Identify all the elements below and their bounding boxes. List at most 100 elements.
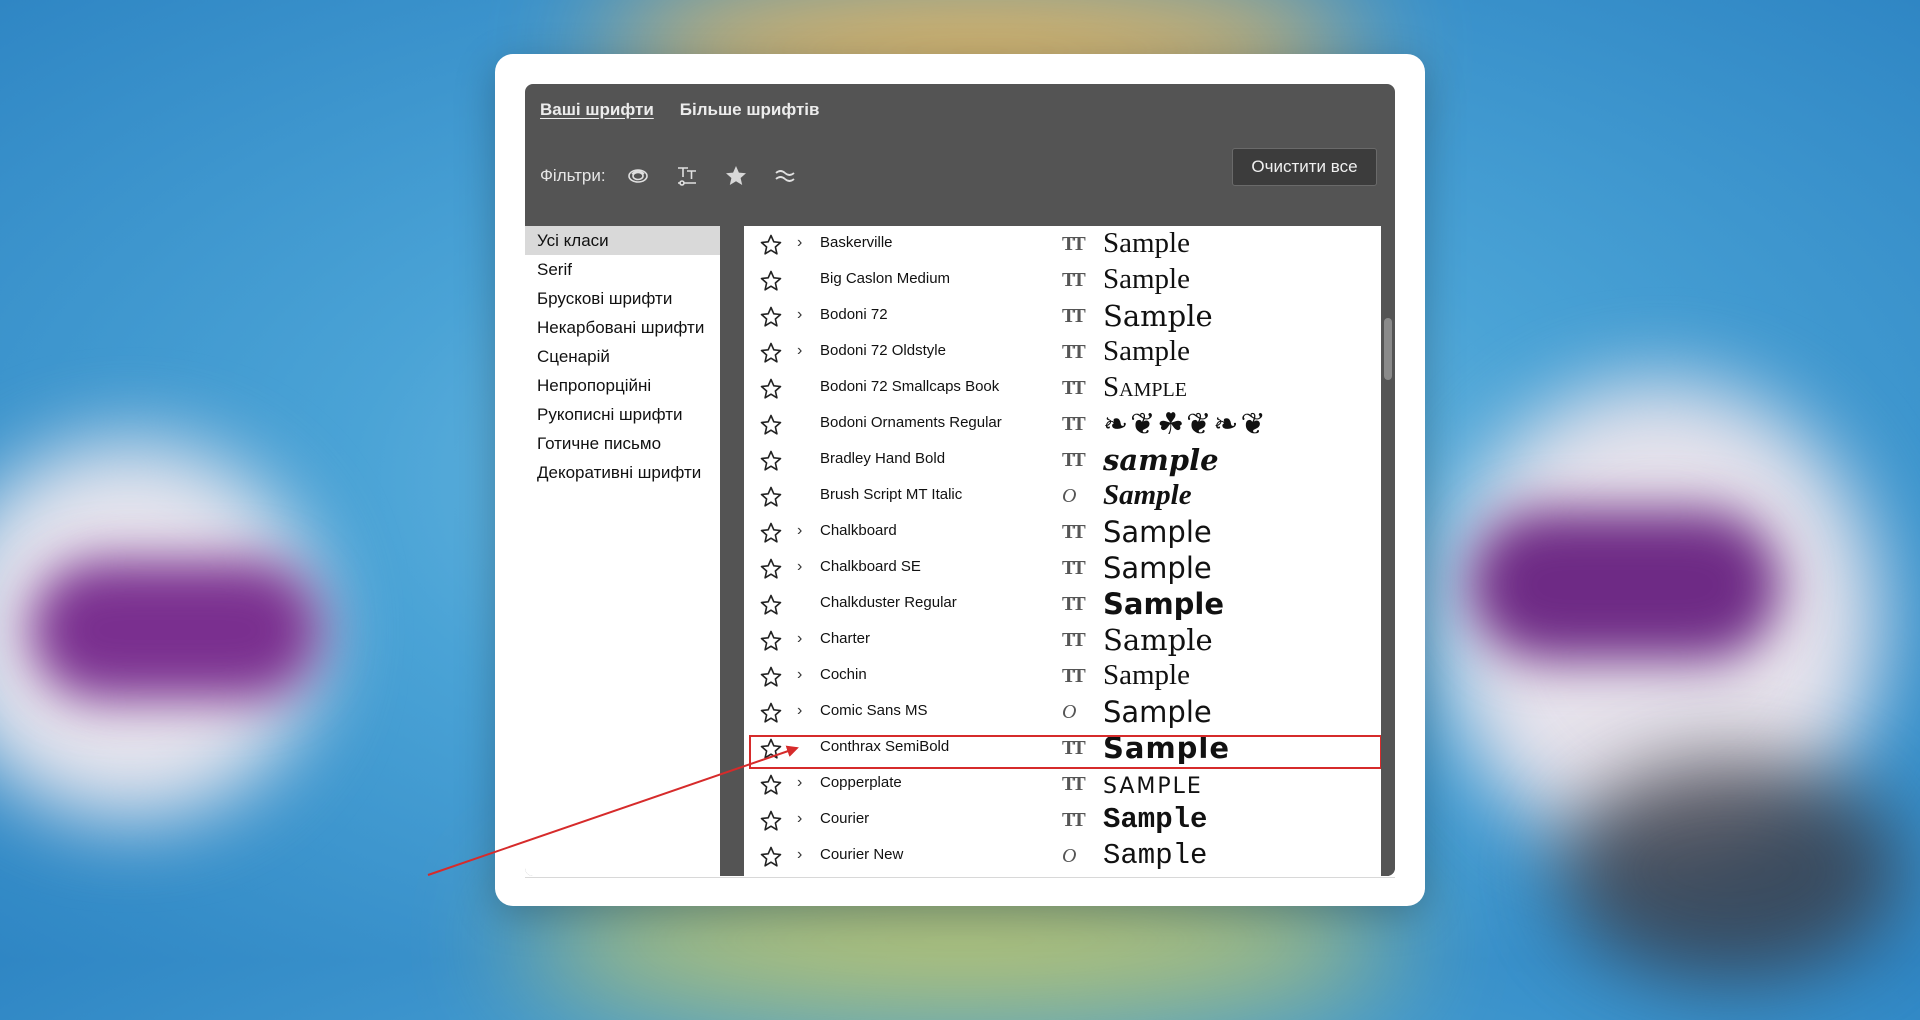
font-row-big-caslon-medium[interactable]: Big Caslon Medium TT Sample <box>744 262 1381 298</box>
chevron-right-icon[interactable]: › <box>797 234 802 252</box>
font-sample: Sample <box>1103 659 1190 691</box>
class-item-2[interactable]: Брускові шрифти <box>525 284 720 313</box>
font-sample: Sample <box>1103 371 1187 403</box>
font-row-brush-script-mt-italic[interactable]: Brush Script MT Italic O Sample <box>744 478 1381 514</box>
font-sample: Sample <box>1103 515 1212 549</box>
text-tool-icon[interactable] <box>675 164 699 188</box>
favorite-star-icon[interactable] <box>759 629 783 653</box>
chevron-right-icon[interactable]: › <box>797 846 802 864</box>
font-list: › Baskerville TT Sample Big Caslon Medium TT S… <box>744 226 1381 876</box>
class-item-4[interactable]: Сценарій <box>525 342 720 371</box>
font-row-bradley-hand-bold[interactable]: Bradley Hand Bold TT sample <box>744 442 1381 478</box>
font-row-chalkboard-se[interactable]: › Chalkboard SE TT Sample <box>744 550 1381 586</box>
class-item-7[interactable]: Готичне письмо <box>525 429 720 458</box>
truetype-icon: TT <box>1062 413 1086 435</box>
favorite-star-icon[interactable] <box>759 809 783 833</box>
favorite-star-icon[interactable] <box>759 413 783 437</box>
clear-all-button[interactable]: Очистити все <box>1232 148 1377 186</box>
class-item-8[interactable]: Декоративні шрифти <box>525 458 720 487</box>
font-row-copperplate[interactable]: › Copperplate TT SAMPLE <box>744 766 1381 802</box>
favorite-star-icon[interactable] <box>759 665 783 689</box>
favorite-star-icon[interactable] <box>759 377 783 401</box>
creative-cloud-icon[interactable] <box>626 164 650 188</box>
opentype-icon: O <box>1062 845 1077 867</box>
chevron-right-icon[interactable]: › <box>797 774 802 792</box>
font-row-bodoni-72-oldstyle[interactable]: › Bodoni 72 Oldstyle TT Sample <box>744 334 1381 370</box>
chevron-right-icon[interactable]: › <box>797 342 802 360</box>
font-row-bodoni-72[interactable]: › Bodoni 72 TT Sample <box>744 298 1381 334</box>
font-row-cochin[interactable]: › Cochin TT Sample <box>744 658 1381 694</box>
chevron-right-icon[interactable]: › <box>797 702 802 720</box>
favorite-star-icon[interactable] <box>759 449 783 473</box>
font-name: Charter <box>820 630 871 647</box>
chevron-right-icon[interactable]: › <box>797 630 802 648</box>
favorite-star-icon[interactable] <box>759 341 783 365</box>
font-sample: Sample <box>1103 623 1213 657</box>
favorite-star-icon[interactable] <box>759 233 783 257</box>
truetype-icon: TT <box>1062 737 1086 759</box>
truetype-icon: TT <box>1062 629 1086 651</box>
scrollbar-thumb[interactable] <box>1384 318 1392 380</box>
truetype-icon: TT <box>1062 341 1086 363</box>
font-name: Courier <box>820 810 870 827</box>
font-sample: Sample <box>1103 227 1190 259</box>
font-sample: Sample <box>1103 731 1231 765</box>
font-sample: Sample <box>1103 839 1208 872</box>
favorite-star-icon[interactable] <box>759 737 783 761</box>
font-row-chalkboard[interactable]: › Chalkboard TT Sample <box>744 514 1381 550</box>
favorite-star-icon[interactable] <box>759 269 783 293</box>
filters-bar: Фільтри: <box>540 158 822 194</box>
font-row-bodoni-72-smallcaps-book[interactable]: Bodoni 72 Smallcaps Book TT Sample <box>744 370 1381 406</box>
class-item-3[interactable]: Некарбовані шрифти <box>525 313 720 342</box>
scrollbar[interactable] <box>1381 226 1395 876</box>
truetype-icon: TT <box>1062 557 1086 579</box>
favorite-star-icon[interactable] <box>759 773 783 797</box>
favorite-star-icon[interactable] <box>759 845 783 869</box>
font-sample: ❧❦☘❦❧❦ <box>1103 407 1268 442</box>
screenshot-card: Ваші шрифти Більше шрифтів Фільтри: Очис… <box>495 54 1425 906</box>
font-row-bodoni-ornaments-regular[interactable]: Bodoni Ornaments Regular TT ❧❦☘❦❧❦ <box>744 406 1381 442</box>
font-name: Chalkboard <box>820 522 897 539</box>
class-item-6[interactable]: Рукописні шрифти <box>525 400 720 429</box>
chevron-right-icon[interactable]: › <box>797 558 802 576</box>
font-sample: sample <box>1103 443 1219 477</box>
favorite-star-icon[interactable] <box>759 521 783 545</box>
font-name: Big Caslon Medium <box>820 270 951 287</box>
class-item-0[interactable]: Усі класи <box>525 226 720 255</box>
favorite-star-icon[interactable] <box>759 557 783 581</box>
font-row-courier-new[interactable]: › Courier New O Sample <box>744 838 1381 874</box>
similar-icon[interactable] <box>773 164 797 188</box>
font-row-conthrax-semibold[interactable]: Conthrax SemiBold TT Sample <box>744 730 1381 769</box>
font-name: Baskerville <box>820 234 893 251</box>
class-item-1[interactable]: Serif <box>525 255 720 284</box>
opentype-icon: O <box>1062 485 1077 507</box>
font-sample: SAMPLE <box>1103 774 1203 799</box>
font-picker-panel: Ваші шрифти Більше шрифтів Фільтри: Очис… <box>525 84 1395 876</box>
font-name: Copperplate <box>820 774 902 791</box>
truetype-icon: TT <box>1062 305 1086 327</box>
truetype-icon: TT <box>1062 377 1086 399</box>
font-name: Conthrax SemiBold <box>820 738 950 755</box>
font-row-baskerville[interactable]: › Baskerville TT Sample <box>744 226 1381 262</box>
tab-more-fonts[interactable]: Більше шрифтів <box>680 100 820 120</box>
font-row-chalkduster-regular[interactable]: Chalkduster Regular TT Sample <box>744 586 1381 622</box>
favorite-star-icon[interactable] <box>759 701 783 725</box>
chevron-right-icon[interactable]: › <box>797 666 802 684</box>
chevron-right-icon[interactable]: › <box>797 306 802 324</box>
font-row-comic-sans-ms[interactable]: › Comic Sans MS O Sample <box>744 694 1381 730</box>
favorite-star-icon[interactable] <box>759 485 783 509</box>
star-icon[interactable] <box>724 164 748 188</box>
favorite-star-icon[interactable] <box>759 593 783 617</box>
font-row-courier[interactable]: › Courier TT Sample <box>744 802 1381 838</box>
chevron-right-icon[interactable]: › <box>797 522 802 540</box>
font-sample: Sample <box>1103 335 1190 367</box>
filters-label: Фільтри: <box>540 166 606 185</box>
class-item-5[interactable]: Непропорційні <box>525 371 720 400</box>
font-name: Bodoni Ornaments Regular <box>820 414 1002 431</box>
chevron-right-icon[interactable]: › <box>797 810 802 828</box>
truetype-icon: TT <box>1062 809 1086 831</box>
font-row-charter[interactable]: › Charter TT Sample <box>744 622 1381 658</box>
font-name: Cochin <box>820 666 867 683</box>
tab-your-fonts[interactable]: Ваші шрифти <box>540 100 654 120</box>
favorite-star-icon[interactable] <box>759 305 783 329</box>
